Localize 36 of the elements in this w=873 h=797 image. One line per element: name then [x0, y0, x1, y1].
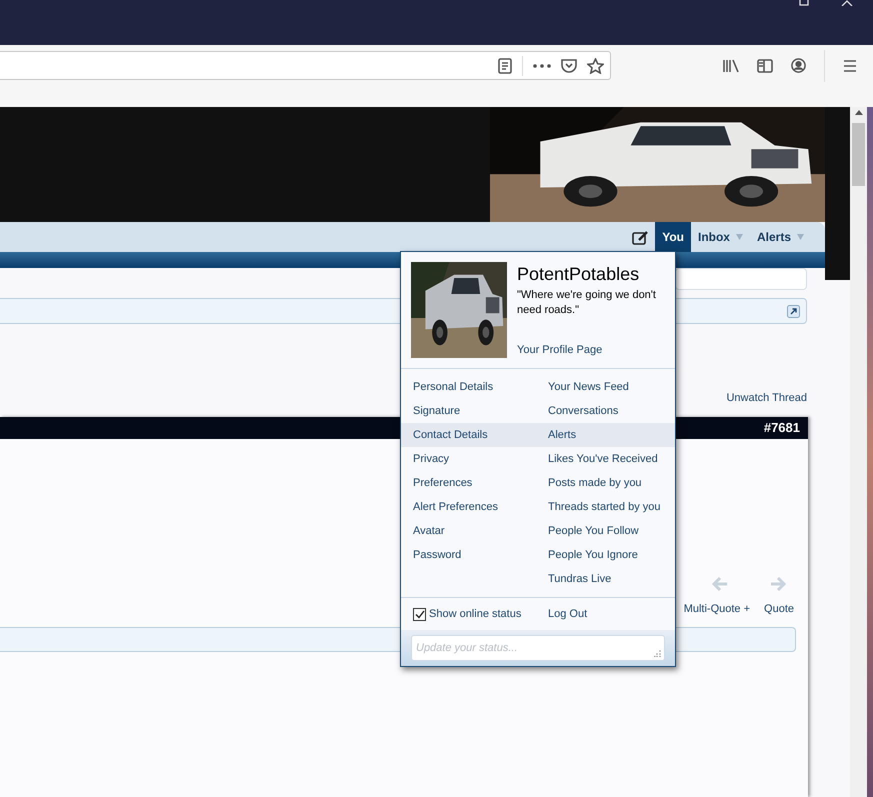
logout-link[interactable]: Log Out: [536, 606, 588, 622]
show-online-checkbox[interactable]: Show online status: [401, 606, 536, 622]
library-icon[interactable]: [723, 58, 739, 72]
reader-view-icon[interactable]: [498, 58, 512, 74]
caret-icon: [797, 234, 804, 240]
external-link-icon[interactable]: [787, 304, 800, 318]
nav-tab[interactable]: You: [655, 222, 691, 252]
menu-icon[interactable]: [843, 60, 857, 72]
account-icon[interactable]: [791, 58, 806, 73]
close-icon[interactable]: [841, 0, 853, 6]
post-number[interactable]: #7681: [764, 418, 800, 438]
caret-icon: [736, 234, 743, 240]
username: PotentPotables: [517, 263, 640, 286]
user-status: "Where we're going we don't need roads.": [517, 288, 657, 318]
status-field[interactable]: Update your status...: [411, 635, 665, 661]
scroll-up-icon[interactable]: [854, 110, 862, 115]
scrollbar[interactable]: [850, 107, 867, 797]
star-icon[interactable]: [587, 58, 604, 74]
post-action-link[interactable]: Quote: [764, 600, 794, 617]
resize-grip-icon: [654, 650, 661, 657]
pocket-icon[interactable]: [561, 58, 577, 73]
nav-tab[interactable]: Inbox: [690, 222, 750, 252]
nav-tab[interactable]: Alerts: [750, 222, 811, 252]
menu-link[interactable]: Alerts: [536, 423, 675, 447]
unwatch-thread-link[interactable]: Unwatch Thread: [726, 390, 807, 406]
more-icon[interactable]: [533, 64, 551, 68]
menu-link[interactable]: Contact Details: [401, 423, 536, 447]
edit-icon[interactable]: [632, 230, 650, 244]
check-icon: [414, 610, 424, 618]
scroll-thumb[interactable]: [852, 123, 865, 186]
sidebar-icon[interactable]: [757, 58, 773, 72]
profile-link[interactable]: Your Profile Page: [517, 342, 665, 358]
search-field[interactable]: [675, 268, 807, 290]
restore-icon[interactable]: [799, 0, 811, 6]
checkbox[interactable]: [413, 608, 426, 620]
post-action-link[interactable]: Multi-Quote +: [684, 600, 750, 617]
